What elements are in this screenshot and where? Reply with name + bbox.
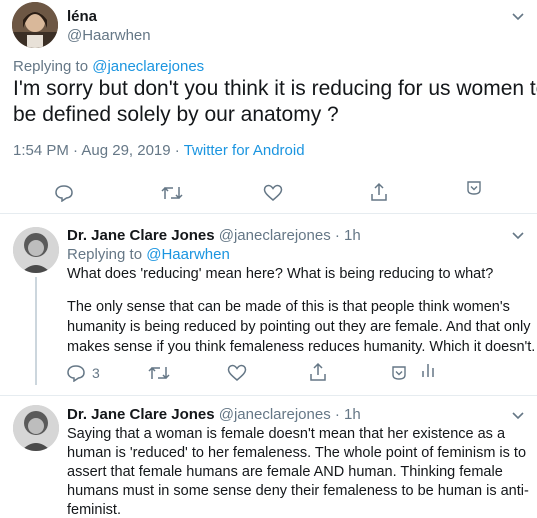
retweet-icon[interactable] [148, 365, 170, 381]
caret-down-icon[interactable] [391, 366, 407, 380]
share-icon[interactable] [370, 182, 388, 202]
share-icon[interactable] [309, 362, 327, 382]
thread-line [35, 277, 37, 385]
reply-text: Saying that a woman is female doesn't me… [67, 425, 529, 518]
avatar[interactable] [12, 2, 58, 48]
tweet-text-line-1: I'm sorry but don't you think it is redu… [13, 77, 537, 100]
replying-to-link[interactable]: @Haarwhen [146, 246, 230, 263]
text-line: The only sense that can be made of this … [67, 299, 510, 315]
author-handle-time[interactable]: @janeclarejones · 1h [219, 406, 361, 423]
caret-down-icon[interactable] [466, 181, 482, 195]
text-line: feminist. [67, 502, 121, 518]
reply-icon[interactable] [66, 364, 86, 382]
author-name[interactable]: léna [67, 8, 97, 25]
chevron-down-icon[interactable] [511, 11, 525, 21]
avatar[interactable] [13, 227, 59, 273]
author-name[interactable]: Dr. Jane Clare Jones [67, 227, 215, 244]
reply-text: What does 'reducing' mean here? What is … [67, 264, 535, 357]
avatar[interactable] [13, 405, 59, 451]
text-line: human is 'reduced' to her femaleness. Th… [67, 445, 527, 461]
timestamp[interactable]: 1:54 PM · Aug 29, 2019 · [13, 142, 180, 159]
author-handle[interactable]: @Haarwhen [67, 27, 151, 44]
text-line: What does 'reducing' mean here? What is … [67, 266, 494, 282]
replying-to-link[interactable]: @janeclarejones [92, 58, 204, 75]
divider [0, 395, 537, 396]
reply-count: 3 [92, 365, 100, 381]
reply-header: Dr. Jane Clare Jones @janeclarejones · 1… [67, 406, 361, 423]
retweet-icon[interactable] [161, 185, 183, 201]
reply-header: Dr. Jane Clare Jones @janeclarejones · 1… [67, 227, 361, 244]
divider [0, 213, 537, 214]
tweet-text-line-2: be defined solely by our anatomy ? [13, 103, 339, 126]
author-name[interactable]: Dr. Jane Clare Jones [67, 406, 215, 423]
like-icon[interactable] [227, 364, 247, 382]
replying-prefix: Replying to [13, 58, 89, 75]
text-line: humanity is being reduced by pointing ou… [67, 319, 531, 335]
analytics-icon[interactable] [421, 362, 435, 378]
author-handle-time[interactable]: @janeclarejones · 1h [219, 227, 361, 244]
text-line: makes sense if you think femaleness redu… [67, 339, 536, 355]
chevron-down-icon[interactable] [511, 410, 525, 420]
text-line: humans must in some sense deny their fem… [67, 483, 529, 499]
chevron-down-icon[interactable] [511, 230, 525, 240]
tweet-meta: 1:54 PM · Aug 29, 2019 · Twitter for And… [13, 142, 305, 159]
like-icon[interactable] [263, 184, 283, 202]
replying-to: Replying to @Haarwhen [67, 246, 230, 263]
tweet-source[interactable]: Twitter for Android [184, 142, 305, 159]
reply-icon[interactable] [54, 184, 74, 202]
text-line: Saying that a woman is female doesn't me… [67, 426, 506, 442]
replying-to: Replying to @janeclarejones [13, 58, 204, 75]
replying-prefix: Replying to [67, 246, 143, 263]
text-line: assert that female humans are female AND… [67, 464, 503, 480]
